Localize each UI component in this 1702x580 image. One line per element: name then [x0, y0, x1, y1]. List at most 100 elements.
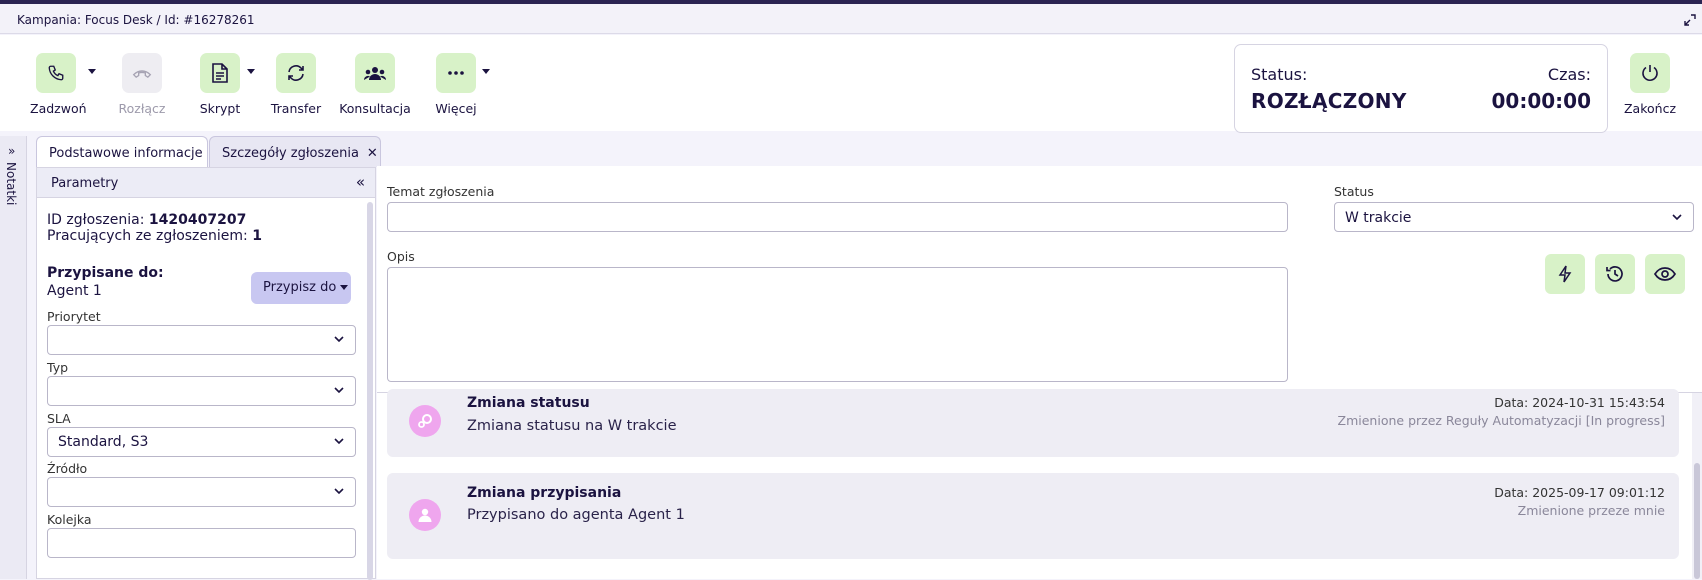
- history-description: Przypisano do agenta Agent 1: [467, 507, 685, 523]
- automation-button[interactable]: [1545, 254, 1585, 294]
- history-changed-by: Zmienione przez Reguły Automatyzacji [In…: [1337, 413, 1665, 428]
- source-label: Źródło: [47, 461, 88, 476]
- history-date: Data: 2024-10-31 15:43:54: [1494, 395, 1665, 410]
- type-label: Typ: [47, 360, 69, 375]
- notes-sidebar[interactable]: » Notatki: [0, 136, 27, 579]
- history-avatar: [409, 405, 441, 437]
- collapse-panel-icon[interactable]: «: [356, 173, 365, 191]
- more-icon: [448, 71, 464, 75]
- status-value: ROZŁĄCZONY: [1251, 89, 1407, 113]
- group-icon: [364, 67, 386, 80]
- parameters-panel: Parametry « ID zgłoszenia: 1420407207 Pr…: [36, 167, 376, 580]
- history-title: Zmiana statusu: [467, 395, 590, 411]
- history-item: Zmiana przypisania Przypisano do agenta …: [387, 473, 1679, 559]
- document-icon: [212, 63, 228, 83]
- ticket-id-value: 1420407207: [148, 212, 247, 228]
- history-changed-by: Zmienione przeze mnie: [1517, 503, 1665, 518]
- chevron-down-icon: [1672, 214, 1682, 221]
- transfer-button[interactable]: Transfer: [270, 53, 322, 116]
- queue-select[interactable]: [47, 528, 356, 558]
- call-label: Zadzwoń: [30, 101, 87, 116]
- lightning-icon: [1558, 265, 1572, 283]
- history-avatar: [409, 499, 441, 531]
- hangup-button-bg: [122, 53, 162, 93]
- script-button[interactable]: Skrypt: [194, 53, 246, 116]
- campaign-title-bar: Kampania: Focus Desk / Id: #16278261: [0, 4, 1702, 34]
- hangup-button[interactable]: Rozłącz: [116, 53, 168, 116]
- consultation-label: Konsultacja: [339, 101, 411, 116]
- power-icon: [1642, 65, 1658, 81]
- tab-ticket-details-label: Szczegóły zgłoszenia: [222, 146, 359, 161]
- assign-caret-icon: [340, 285, 349, 290]
- call-button[interactable]: Zadzwoń: [30, 53, 87, 116]
- more-dropdown-caret[interactable]: [482, 69, 490, 74]
- source-select[interactable]: [47, 477, 356, 507]
- end-button-bg: [1630, 53, 1670, 93]
- status-select-value: W trakcie: [1345, 210, 1412, 226]
- hangup-icon: [132, 70, 152, 79]
- user-icon: [418, 508, 432, 522]
- priority-select[interactable]: [47, 325, 356, 355]
- ticket-id-row: ID zgłoszenia: 1420407207: [47, 212, 357, 228]
- more-label: Więcej: [435, 101, 477, 116]
- preview-button[interactable]: [1645, 254, 1685, 294]
- queue-label: Kolejka: [47, 512, 92, 527]
- type-select[interactable]: [47, 376, 356, 406]
- parameters-title: Parametry: [51, 176, 119, 191]
- history-icon: [1606, 266, 1623, 282]
- time-value: 00:00:00: [1491, 89, 1592, 113]
- more-button[interactable]: Więcej: [430, 53, 482, 116]
- chevron-down-icon: [334, 488, 344, 495]
- time-label: Czas:: [1547, 65, 1591, 84]
- end-button[interactable]: Zakończ: [1622, 53, 1678, 116]
- description-textarea[interactable]: [387, 267, 1288, 382]
- panel-scrollbar[interactable]: [367, 202, 373, 580]
- collapse-window-icon[interactable]: [1684, 14, 1696, 26]
- parameters-header: Parametry «: [37, 168, 375, 198]
- expand-notes-icon[interactable]: »: [8, 144, 15, 158]
- status-select[interactable]: W trakcie: [1334, 202, 1694, 232]
- assign-to-label: Przypisz do: [263, 280, 337, 295]
- consultation-button[interactable]: Konsultacja: [338, 53, 412, 116]
- working-count-value: 1: [252, 228, 262, 244]
- history-date: Data: 2025-09-17 09:01:12: [1494, 485, 1665, 500]
- history-description: Zmiana statusu na W trakcie: [467, 418, 677, 434]
- close-tab-icon[interactable]: ✕: [367, 146, 378, 161]
- call-dropdown-caret[interactable]: [88, 69, 96, 74]
- notes-label: Notatki: [4, 162, 18, 206]
- tab-ticket-details[interactable]: Szczegóły zgłoszenia ✕: [209, 136, 381, 167]
- status-label: Status:: [1251, 65, 1308, 84]
- phone-icon: [48, 65, 64, 81]
- chevron-down-icon: [334, 387, 344, 394]
- sla-label: SLA: [47, 411, 71, 426]
- call-button-bg: [36, 53, 76, 93]
- transfer-button-bg: [276, 53, 316, 93]
- consultation-button-bg: [355, 53, 395, 93]
- ticket-id-label: ID zgłoszenia:: [47, 212, 145, 228]
- history-feed: Zmiana statusu Zmiana statusu na W trakc…: [377, 389, 1702, 579]
- subject-input[interactable]: [387, 202, 1288, 232]
- script-button-bg: [200, 53, 240, 93]
- more-button-bg: [436, 53, 476, 93]
- working-count-row: Pracujących ze zgłoszeniem: 1: [47, 228, 357, 244]
- tab-basic-info[interactable]: Podstawowe informacje: [36, 136, 208, 167]
- main-scrollbar[interactable]: [1692, 393, 1702, 579]
- main-scrollbar-thumb[interactable]: [1694, 463, 1700, 579]
- transfer-icon: [288, 65, 304, 81]
- sla-select[interactable]: Standard, S3: [47, 427, 356, 457]
- subject-label: Temat zgłoszenia: [387, 184, 495, 199]
- eye-icon: [1654, 267, 1676, 281]
- call-status-box: Status: ROZŁĄCZONY Czas: 00:00:00: [1234, 44, 1608, 133]
- working-count-label: Pracujących ze zgłoszeniem:: [47, 228, 248, 244]
- parameters-body: ID zgłoszenia: 1420407207 Pracujących ze…: [37, 198, 367, 244]
- script-dropdown-caret[interactable]: [247, 69, 255, 74]
- assign-to-button[interactable]: Przypisz do: [251, 272, 351, 304]
- campaign-title: Kampania: Focus Desk / Id: #16278261: [17, 13, 255, 27]
- description-label: Opis: [387, 249, 415, 264]
- script-label: Skrypt: [199, 101, 241, 116]
- tab-basic-info-label: Podstawowe informacje: [49, 146, 203, 161]
- history-title: Zmiana przypisania: [467, 485, 622, 501]
- status-field-label: Status: [1334, 184, 1374, 199]
- assigned-label: Przypisane do:: [47, 265, 164, 281]
- history-button[interactable]: [1595, 254, 1635, 294]
